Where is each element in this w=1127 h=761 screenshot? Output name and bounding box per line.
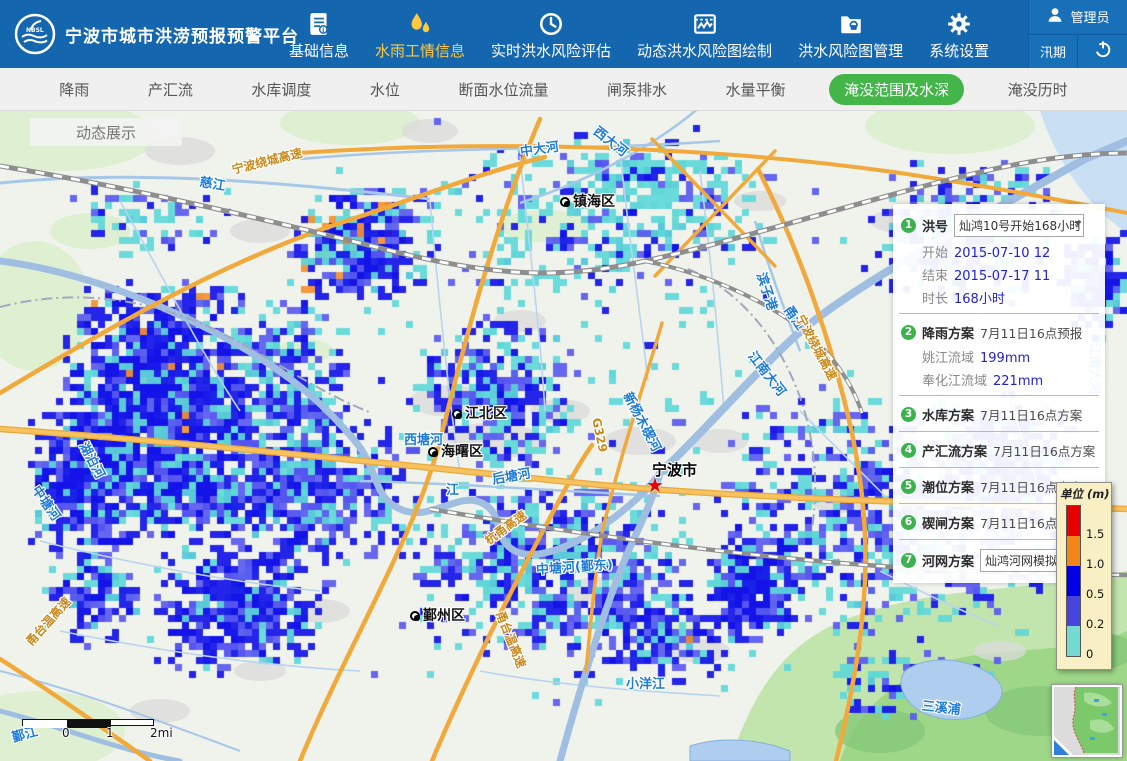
user-name: 管理员 (1070, 7, 1109, 26)
chevron-down-icon: ▼ (1075, 219, 1081, 228)
legend-bar (1066, 505, 1081, 657)
section-number-badge: 3 (901, 407, 916, 422)
section-title: 洪号 (922, 216, 948, 235)
panel-section-2: 2 降雨方案 7月11日16点预报 (893, 318, 1105, 345)
legend-tick: 0.5 (1086, 587, 1104, 601)
user-menu[interactable]: 管理员 (1029, 0, 1127, 35)
legend-tick: 0.2 (1086, 617, 1104, 631)
section-title: 水库方案 (922, 405, 974, 424)
legend-segment (1067, 596, 1080, 626)
panel-row: 开始2015-07-10 12 (893, 240, 1105, 263)
panel-divider (899, 467, 1099, 468)
section-number-badge: 4 (901, 443, 916, 458)
section-number-badge: 2 (901, 325, 916, 340)
panel-divider (899, 313, 1099, 314)
svg-text:NBSL: NBSL (26, 27, 44, 34)
depth-legend: 单位 (m) 1.5 1.0 0.5 0.2 0 (1056, 482, 1112, 670)
tab-0[interactable]: 降雨 (44, 74, 104, 105)
sub-tabbar: 降雨产汇流水库调度水位断面水位流量闸泵排水水量平衡淹没范围及水深淹没历时 (0, 68, 1127, 111)
section-number-badge: 1 (901, 218, 916, 233)
section-number-badge: 7 (901, 553, 916, 568)
section-desc: 7月11日16点预报 (980, 323, 1082, 342)
section-desc: 7月11日16点方案 (993, 441, 1095, 460)
user-icon (1046, 6, 1064, 28)
clock-icon (538, 8, 564, 37)
dynamic-display-button[interactable]: 动态展示 (30, 118, 182, 146)
legend-segment (1067, 536, 1080, 566)
power-icon (1093, 39, 1113, 63)
main-nav: i 基础信息 水雨工情信息 实时洪水风险评估 动态洪水风险图绘制 洪水风险图管理 系统设置 (276, 0, 1028, 68)
scalebar-label: 0 (62, 726, 70, 740)
legend-tick: 0 (1086, 647, 1093, 661)
nav-item-0[interactable]: i 基础信息 (276, 8, 362, 61)
scalebar-label: 2mi (150, 726, 173, 740)
user-box: 管理员 汛期 (1028, 0, 1127, 68)
map-viewport[interactable]: 镇海区江北区海曙区鄞州区宁波市★中大河西大河慈江滨子港甬江江南大河江南大河新杨木… (0, 111, 1127, 761)
app-logo-icon: NBSL (14, 13, 56, 55)
section-number-badge: 6 (901, 515, 916, 530)
legend-title: 单位 (m) (1060, 486, 1108, 502)
legend-tick: 1.5 (1086, 527, 1104, 541)
nav-label: 洪水风险图管理 (798, 40, 903, 61)
panel-section-3: 3 水库方案 7月11日16点方案 (893, 400, 1105, 427)
dynamic-chart-icon (692, 8, 718, 37)
tab-5[interactable]: 闸泵排水 (592, 74, 682, 105)
water-drops-icon (407, 8, 433, 37)
panel-row: 奉化江流域221mm (893, 368, 1105, 391)
legend-segment (1067, 506, 1080, 536)
nav-label: 动态洪水风险图绘制 (637, 40, 772, 61)
gear-icon (946, 8, 972, 37)
panel-divider (899, 431, 1099, 432)
app-title: 宁波市城市洪涝预报预警平台 (65, 22, 299, 47)
folder-lock-icon (838, 8, 864, 37)
section-title: 河网方案 (922, 551, 974, 570)
legend-segment (1067, 626, 1080, 656)
app-header: NBSL 宁波市城市洪涝预报预警平台 i 基础信息 水雨工情信息 实时洪水风险评估 动态… (0, 0, 1127, 68)
panel-row: 时长168小时 (893, 286, 1105, 309)
nav-item-3[interactable]: 动态洪水风险图绘制 (624, 8, 785, 61)
power-button[interactable] (1078, 35, 1127, 69)
nav-label: 系统设置 (929, 40, 989, 61)
svg-text:i: i (322, 27, 324, 34)
scalebar-label: 1 (106, 726, 114, 740)
legend-tick: 1.0 (1086, 557, 1104, 571)
tab-7[interactable]: 淹没范围及水深 (829, 74, 964, 105)
legend-segment (1067, 566, 1080, 596)
panel-section-1: 1 洪号灿鸿10号开始168小时▼ (893, 209, 1105, 240)
flood-platform-app: NBSL 宁波市城市洪涝预报预警平台 i基础信息水雨工情信息实时洪水风险评估动态… (0, 0, 1127, 761)
section-number-badge: 5 (901, 479, 916, 494)
nav-item-4[interactable]: 洪水风险图管理 (785, 8, 916, 61)
tab-3[interactable]: 水位 (355, 74, 415, 105)
overview-map[interactable] (1052, 685, 1122, 757)
section-title: 碶闸方案 (922, 513, 974, 532)
overview-toggle-icon[interactable] (1054, 740, 1069, 755)
section-select[interactable]: 灿鸿10号开始168小时▼ (954, 214, 1084, 237)
nav-label: 基础信息 (289, 40, 349, 61)
tab-8[interactable]: 淹没历时 (993, 74, 1083, 105)
section-title: 潮位方案 (922, 477, 974, 496)
panel-row: 姚江流域199mm (893, 345, 1105, 368)
tab-2[interactable]: 水库调度 (236, 74, 326, 105)
tab-4[interactable]: 断面水位流量 (443, 74, 563, 105)
scalebar-bar (22, 719, 154, 726)
panel-section-4: 4 产汇流方案 7月11日16点方案 (893, 436, 1105, 463)
panel-row: 结束2015-07-17 11 (893, 263, 1105, 286)
scalebar-labels: 012mi (22, 726, 162, 740)
brand: NBSL 宁波市城市洪涝预报预警平台 (0, 0, 276, 68)
section-title: 降雨方案 (922, 323, 974, 342)
tab-6[interactable]: 水量平衡 (711, 74, 801, 105)
nav-item-1[interactable]: 水雨工情信息 (362, 8, 478, 61)
section-title: 产汇流方案 (922, 441, 987, 460)
nav-label: 实时洪水风险评估 (491, 40, 611, 61)
doc-info-icon: i (306, 8, 332, 37)
nav-item-2[interactable]: 实时洪水风险评估 (478, 8, 624, 61)
panel-divider (899, 395, 1099, 396)
nav-item-5[interactable]: 系统设置 (916, 8, 1002, 61)
legend-colorbar: 1.5 1.0 0.5 0.2 0 (1060, 505, 1108, 663)
map-scalebar: 012mi (22, 719, 162, 740)
nav-label: 水雨工情信息 (375, 40, 465, 61)
section-desc: 7月11日16点方案 (980, 405, 1082, 424)
flood-season-button[interactable]: 汛期 (1029, 35, 1078, 69)
tab-1[interactable]: 产汇流 (133, 74, 208, 105)
